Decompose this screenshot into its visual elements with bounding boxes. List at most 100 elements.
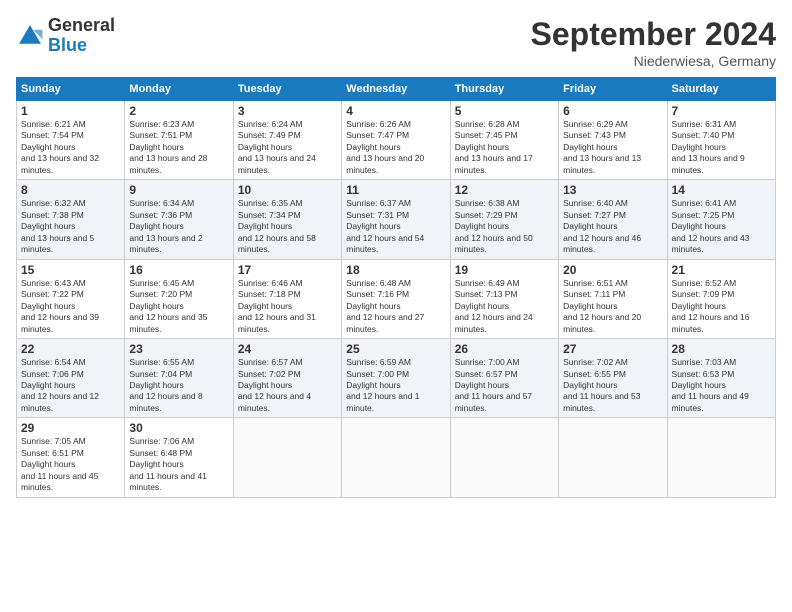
calendar-cell: 7Sunrise: 6:31 AMSunset: 7:40 PMDaylight… [667, 101, 775, 180]
calendar-cell: 10Sunrise: 6:35 AMSunset: 7:34 PMDayligh… [233, 180, 341, 259]
cell-content: Sunrise: 6:29 AMSunset: 7:43 PMDaylight … [563, 119, 662, 176]
day-number: 24 [238, 342, 337, 356]
day-number: 20 [563, 263, 662, 277]
logo-icon [16, 22, 44, 50]
cell-content: Sunrise: 6:48 AMSunset: 7:16 PMDaylight … [346, 278, 445, 335]
calendar-cell: 8Sunrise: 6:32 AMSunset: 7:38 PMDaylight… [17, 180, 125, 259]
calendar-cell [667, 418, 775, 497]
calendar-cell: 22Sunrise: 6:54 AMSunset: 7:06 PMDayligh… [17, 339, 125, 418]
cell-content: Sunrise: 6:23 AMSunset: 7:51 PMDaylight … [129, 119, 228, 176]
day-number: 21 [672, 263, 771, 277]
cell-content: Sunrise: 6:45 AMSunset: 7:20 PMDaylight … [129, 278, 228, 335]
cell-content: Sunrise: 6:54 AMSunset: 7:06 PMDaylight … [21, 357, 120, 414]
calendar-cell: 21Sunrise: 6:52 AMSunset: 7:09 PMDayligh… [667, 259, 775, 338]
day-number: 16 [129, 263, 228, 277]
location: Niederwiesa, Germany [531, 53, 776, 69]
calendar-table: Sunday Monday Tuesday Wednesday Thursday… [16, 77, 776, 498]
day-number: 5 [455, 104, 554, 118]
calendar-cell: 15Sunrise: 6:43 AMSunset: 7:22 PMDayligh… [17, 259, 125, 338]
day-number: 15 [21, 263, 120, 277]
day-number: 3 [238, 104, 337, 118]
cell-content: Sunrise: 6:46 AMSunset: 7:18 PMDaylight … [238, 278, 337, 335]
day-number: 29 [21, 421, 120, 435]
logo: General Blue [16, 16, 115, 56]
week-row-4: 22Sunrise: 6:54 AMSunset: 7:06 PMDayligh… [17, 339, 776, 418]
calendar-cell: 18Sunrise: 6:48 AMSunset: 7:16 PMDayligh… [342, 259, 450, 338]
cell-content: Sunrise: 6:21 AMSunset: 7:54 PMDaylight … [21, 119, 120, 176]
calendar-cell: 23Sunrise: 6:55 AMSunset: 7:04 PMDayligh… [125, 339, 233, 418]
cell-content: Sunrise: 7:06 AMSunset: 6:48 PMDaylight … [129, 436, 228, 493]
header-tuesday: Tuesday [233, 78, 341, 101]
header-thursday: Thursday [450, 78, 558, 101]
cell-content: Sunrise: 6:26 AMSunset: 7:47 PMDaylight … [346, 119, 445, 176]
calendar-cell: 5Sunrise: 6:28 AMSunset: 7:45 PMDaylight… [450, 101, 558, 180]
calendar-cell: 12Sunrise: 6:38 AMSunset: 7:29 PMDayligh… [450, 180, 558, 259]
week-row-2: 8Sunrise: 6:32 AMSunset: 7:38 PMDaylight… [17, 180, 776, 259]
day-number: 18 [346, 263, 445, 277]
header-row: Sunday Monday Tuesday Wednesday Thursday… [17, 78, 776, 101]
cell-content: Sunrise: 6:28 AMSunset: 7:45 PMDaylight … [455, 119, 554, 176]
cell-content: Sunrise: 6:43 AMSunset: 7:22 PMDaylight … [21, 278, 120, 335]
calendar-cell: 17Sunrise: 6:46 AMSunset: 7:18 PMDayligh… [233, 259, 341, 338]
header-friday: Friday [559, 78, 667, 101]
day-number: 14 [672, 183, 771, 197]
cell-content: Sunrise: 7:05 AMSunset: 6:51 PMDaylight … [21, 436, 120, 493]
day-number: 11 [346, 183, 445, 197]
cell-content: Sunrise: 6:32 AMSunset: 7:38 PMDaylight … [21, 198, 120, 255]
cell-content: Sunrise: 6:38 AMSunset: 7:29 PMDaylight … [455, 198, 554, 255]
calendar-cell: 6Sunrise: 6:29 AMSunset: 7:43 PMDaylight… [559, 101, 667, 180]
header-monday: Monday [125, 78, 233, 101]
cell-content: Sunrise: 6:57 AMSunset: 7:02 PMDaylight … [238, 357, 337, 414]
header-sunday: Sunday [17, 78, 125, 101]
cell-content: Sunrise: 7:00 AMSunset: 6:57 PMDaylight … [455, 357, 554, 414]
header-saturday: Saturday [667, 78, 775, 101]
cell-content: Sunrise: 6:51 AMSunset: 7:11 PMDaylight … [563, 278, 662, 335]
logo-text: General Blue [48, 16, 115, 56]
week-row-1: 1Sunrise: 6:21 AMSunset: 7:54 PMDaylight… [17, 101, 776, 180]
calendar-cell: 4Sunrise: 6:26 AMSunset: 7:47 PMDaylight… [342, 101, 450, 180]
calendar-cell: 29Sunrise: 7:05 AMSunset: 6:51 PMDayligh… [17, 418, 125, 497]
day-number: 1 [21, 104, 120, 118]
header: General Blue September 2024 Niederwiesa,… [16, 16, 776, 69]
calendar-cell [559, 418, 667, 497]
calendar-cell [450, 418, 558, 497]
day-number: 13 [563, 183, 662, 197]
day-number: 2 [129, 104, 228, 118]
cell-content: Sunrise: 6:40 AMSunset: 7:27 PMDaylight … [563, 198, 662, 255]
day-number: 26 [455, 342, 554, 356]
calendar-cell: 14Sunrise: 6:41 AMSunset: 7:25 PMDayligh… [667, 180, 775, 259]
title-block: September 2024 Niederwiesa, Germany [531, 16, 776, 69]
calendar-cell: 16Sunrise: 6:45 AMSunset: 7:20 PMDayligh… [125, 259, 233, 338]
cell-content: Sunrise: 6:49 AMSunset: 7:13 PMDaylight … [455, 278, 554, 335]
day-number: 23 [129, 342, 228, 356]
calendar-cell: 20Sunrise: 6:51 AMSunset: 7:11 PMDayligh… [559, 259, 667, 338]
day-number: 25 [346, 342, 445, 356]
page: General Blue September 2024 Niederwiesa,… [0, 0, 792, 612]
calendar-cell: 11Sunrise: 6:37 AMSunset: 7:31 PMDayligh… [342, 180, 450, 259]
calendar-cell [342, 418, 450, 497]
cell-content: Sunrise: 6:35 AMSunset: 7:34 PMDaylight … [238, 198, 337, 255]
calendar-cell: 19Sunrise: 6:49 AMSunset: 7:13 PMDayligh… [450, 259, 558, 338]
cell-content: Sunrise: 6:41 AMSunset: 7:25 PMDaylight … [672, 198, 771, 255]
day-number: 28 [672, 342, 771, 356]
day-number: 9 [129, 183, 228, 197]
calendar-cell: 25Sunrise: 6:59 AMSunset: 7:00 PMDayligh… [342, 339, 450, 418]
calendar-cell: 28Sunrise: 7:03 AMSunset: 6:53 PMDayligh… [667, 339, 775, 418]
cell-content: Sunrise: 7:02 AMSunset: 6:55 PMDaylight … [563, 357, 662, 414]
day-number: 8 [21, 183, 120, 197]
day-number: 30 [129, 421, 228, 435]
day-number: 22 [21, 342, 120, 356]
cell-content: Sunrise: 6:24 AMSunset: 7:49 PMDaylight … [238, 119, 337, 176]
calendar-cell: 2Sunrise: 6:23 AMSunset: 7:51 PMDaylight… [125, 101, 233, 180]
week-row-5: 29Sunrise: 7:05 AMSunset: 6:51 PMDayligh… [17, 418, 776, 497]
day-number: 6 [563, 104, 662, 118]
cell-content: Sunrise: 6:59 AMSunset: 7:00 PMDaylight … [346, 357, 445, 414]
cell-content: Sunrise: 6:31 AMSunset: 7:40 PMDaylight … [672, 119, 771, 176]
calendar-cell: 24Sunrise: 6:57 AMSunset: 7:02 PMDayligh… [233, 339, 341, 418]
day-number: 27 [563, 342, 662, 356]
day-number: 7 [672, 104, 771, 118]
day-number: 19 [455, 263, 554, 277]
calendar-cell: 9Sunrise: 6:34 AMSunset: 7:36 PMDaylight… [125, 180, 233, 259]
cell-content: Sunrise: 6:52 AMSunset: 7:09 PMDaylight … [672, 278, 771, 335]
calendar-cell: 3Sunrise: 6:24 AMSunset: 7:49 PMDaylight… [233, 101, 341, 180]
